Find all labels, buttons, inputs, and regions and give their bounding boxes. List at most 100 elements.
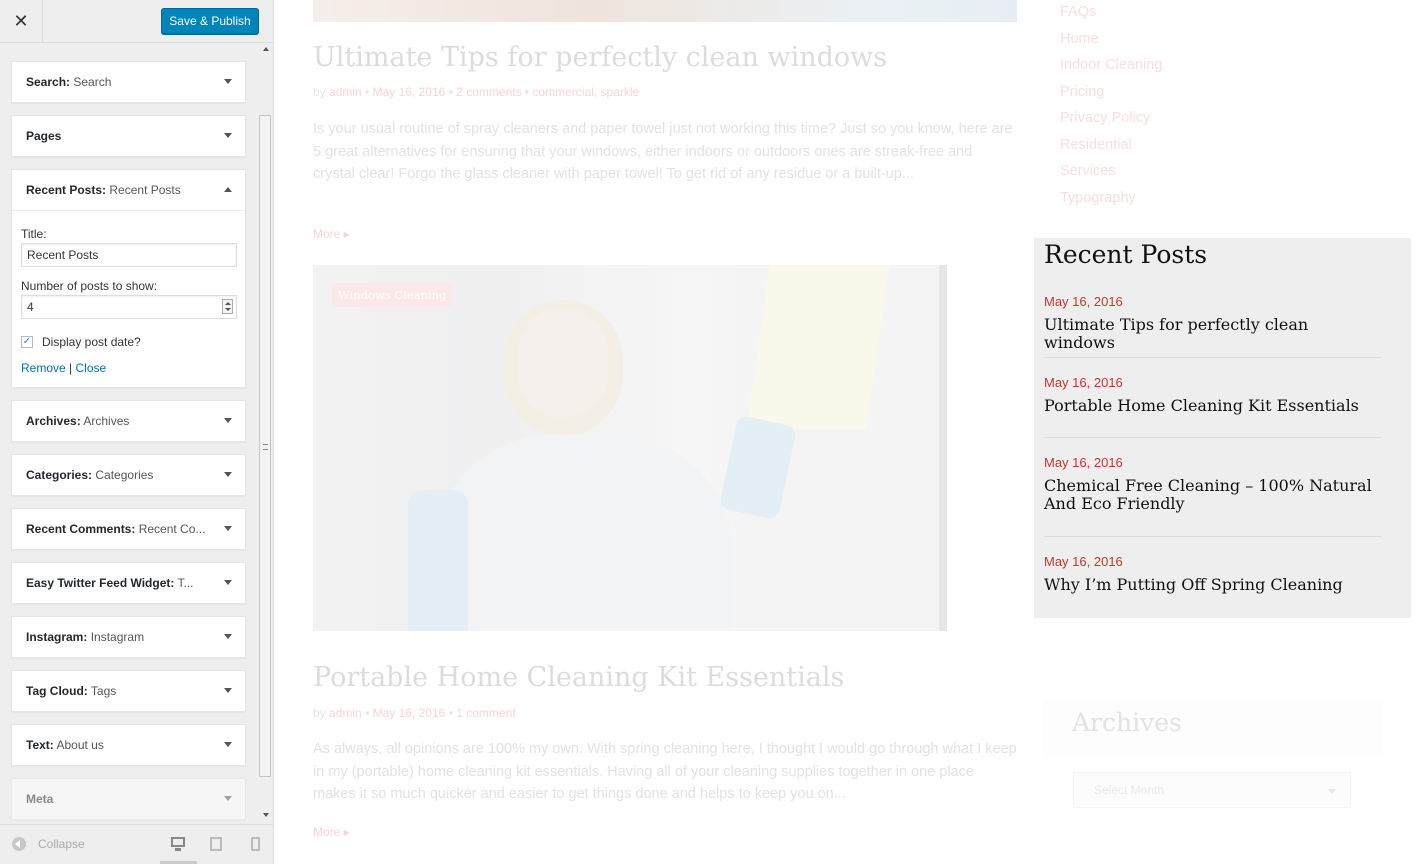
display-date-label: Display post date? [42,335,141,349]
archives-dropdown[interactable]: Select Month [1073,772,1351,808]
widget-instance-title: Tags [90,684,117,698]
widget-recent-comments[interactable]: Recent Comments: Recent Co... [11,508,246,550]
category-badge[interactable]: Windows Cleaning [332,283,453,307]
widget-header[interactable]: Text: About us [12,725,245,765]
widget-title: Tag Cloud [26,684,84,698]
page-link-services[interactable]: Services [1060,158,1162,185]
scroll-up-icon[interactable] [263,47,269,51]
post-author-link[interactable]: admin [329,85,362,99]
expand-arrow-icon[interactable] [224,742,232,747]
expand-arrow-icon[interactable] [224,526,232,531]
expand-arrow-icon[interactable] [224,796,232,801]
page-link-home[interactable]: Home [1060,26,1162,53]
close-widget-link[interactable]: Close [76,361,107,375]
widget-twitter-feed[interactable]: Easy Twitter Feed Widget: T... [11,562,246,604]
recent-post-date: May 16, 2016 [1044,294,1123,309]
mobile-preview-icon[interactable] [248,836,264,852]
post-date-link[interactable]: May 16, 2016 [373,85,446,99]
widget-archives[interactable]: Archives: Archives [11,400,246,442]
desktop-preview-icon[interactable] [170,836,186,852]
widget-meta[interactable]: Meta [11,778,246,820]
widget-instagram[interactable]: Instagram: Instagram [11,616,246,658]
widget-header[interactable]: Meta [12,779,245,819]
recent-post-title[interactable]: Chemical Free Cleaning – 100% Natural An… [1044,477,1381,513]
widget-instance-title: Recent Co... [138,522,206,536]
display-date-checkbox[interactable]: ✓ [21,336,33,348]
read-more-link[interactable]: More ▸ [313,825,350,839]
widget-header[interactable]: Categories: Categories [12,455,245,495]
widget-instance-title: Instagram [90,630,145,644]
page-link-faqs[interactable]: FAQs [1060,0,1162,26]
post-title[interactable]: Ultimate Tips for perfectly clean window… [313,42,887,73]
post-categories-link[interactable]: commercial, sparkle [532,85,639,99]
widget-instance-title: Search [73,75,112,89]
page-link-pricing[interactable]: Pricing [1060,79,1162,106]
recent-post-title[interactable]: Why I’m Putting Off Spring Cleaning [1044,576,1381,594]
widget-header[interactable]: Tag Cloud: Tags [12,671,245,711]
recent-post-date: May 16, 2016 [1044,554,1123,569]
widget-search[interactable]: Search: Search [11,61,246,103]
recent-post-date: May 16, 2016 [1044,455,1123,470]
save-publish-button[interactable]: Save & Publish [161,8,259,34]
widget-header[interactable]: Easy Twitter Feed Widget: T... [12,563,245,603]
expand-arrow-icon[interactable] [224,472,232,477]
page-link-privacy-policy[interactable]: Privacy Policy [1060,105,1162,132]
title-field[interactable]: Recent Posts [21,243,237,267]
scroll-down-icon[interactable] [263,813,269,817]
scrollbar-thumb[interactable] [259,115,271,777]
expand-arrow-icon[interactable] [224,580,232,585]
widget-header[interactable]: Recent Comments: Recent Co... [12,509,245,549]
recent-post-item[interactable]: May 16, 2016 Ultimate Tips for perfectly… [1044,294,1381,358]
remove-widget-link[interactable]: Remove [21,361,66,375]
widget-text[interactable]: Text: About us [11,724,246,766]
post-author-link[interactable]: admin [329,706,362,720]
collapse-arrow-icon[interactable] [224,187,232,192]
page-link-indoor-cleaning[interactable]: Indoor Cleaning [1060,52,1162,79]
widget-instance-title: Categories [95,468,154,482]
number-spinner[interactable] [222,299,233,314]
sidebar-scrollbar[interactable] [258,43,273,820]
number-of-posts-field[interactable]: 4 [21,295,237,319]
recent-post-title[interactable]: Ultimate Tips for perfectly clean window… [1044,316,1381,352]
widget-header[interactable]: Instagram: Instagram [12,617,245,657]
recent-post-date: May 16, 2016 [1044,375,1123,390]
post-comments-link[interactable]: 1 comment [456,706,515,720]
widget-header[interactable]: Recent Posts: Recent Posts [12,170,245,210]
tablet-preview-icon[interactable] [208,836,224,852]
widget-tag-cloud[interactable]: Tag Cloud: Tags [11,670,246,712]
recent-post-item[interactable]: May 16, 2016 Portable Home Cleaning Kit … [1044,375,1381,438]
widget-instance-title: About us [56,738,104,752]
expand-arrow-icon[interactable] [224,79,232,84]
expand-arrow-icon[interactable] [224,418,232,423]
close-customizer-button[interactable]: ✕ [0,0,43,42]
widget-header[interactable]: Archives: Archives [12,401,245,441]
recent-posts-widget[interactable]: Recent Posts May 16, 2016 Ultimate Tips … [1034,238,1411,618]
widget-header[interactable]: Search: Search [12,62,245,102]
widget-header[interactable]: Pages [12,116,245,156]
recent-post-item[interactable]: May 16, 2016 Why I’m Putting Off Spring … [1044,554,1381,604]
post-title[interactable]: Portable Home Cleaning Kit Essentials [313,662,844,693]
widget-heading: Archives [1072,708,1182,737]
read-more-link[interactable]: More ▸ [313,227,350,241]
customizer-panel: ✕ Save & Publish Search: Search Pages Re… [0,0,274,864]
page-link-residential[interactable]: Residential [1060,132,1162,159]
post-featured-image[interactable] [313,265,947,631]
post-excerpt: Is your usual routine of spray cleaners … [313,121,1013,182]
recent-post-item[interactable]: May 16, 2016 Chemical Free Cleaning – 10… [1044,455,1381,537]
post-meta: by admin • May 16, 2016 • 2 comments • c… [313,85,640,99]
widget-title: Search [26,75,67,89]
collapse-button[interactable]: Collapse [12,837,85,851]
archives-select-value: Select Month [1094,783,1165,797]
post-date-link[interactable]: May 16, 2016 [373,706,446,720]
expand-arrow-icon[interactable] [224,133,232,138]
widget-categories[interactable]: Categories: Categories [11,454,246,496]
pages-widget-list: FAQs Home Indoor Cleaning Pricing Privac… [1060,0,1162,211]
post-comments-link[interactable]: 2 comments [456,85,521,99]
close-icon: ✕ [13,10,29,31]
recent-post-title[interactable]: Portable Home Cleaning Kit Essentials [1044,397,1381,415]
page-link-typography[interactable]: Typography [1060,185,1162,212]
widget-recent-posts[interactable]: Recent Posts: Recent Posts Title: Recent… [11,169,246,388]
expand-arrow-icon[interactable] [224,634,232,639]
expand-arrow-icon[interactable] [224,688,232,693]
widget-pages[interactable]: Pages [11,115,246,157]
